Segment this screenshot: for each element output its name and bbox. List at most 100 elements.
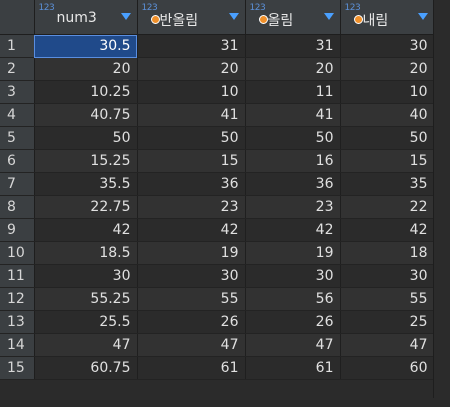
row-number[interactable]: 15 (0, 356, 35, 380)
table-cell[interactable]: 36 (245, 172, 341, 196)
table-cell[interactable]: 19 (245, 241, 341, 265)
table-cell[interactable]: 25.5 (34, 310, 138, 334)
table-row[interactable]: 4 40.75 41 41 40 (0, 103, 435, 127)
table-row[interactable]: 2 20 20 20 20 (0, 57, 435, 81)
table-cell[interactable]: 23 (137, 195, 246, 219)
table-cell[interactable]: 47 (245, 333, 341, 357)
table-cell[interactable]: 47 (34, 333, 138, 357)
table-cell[interactable]: 10 (137, 80, 246, 104)
row-number[interactable]: 10 (0, 241, 35, 265)
row-number[interactable]: 2 (0, 57, 35, 81)
table-cell[interactable]: 50 (34, 126, 138, 150)
table-row[interactable]: 8 22.75 23 23 22 (0, 195, 435, 219)
table-row[interactable]: 3 10.25 10 11 10 (0, 80, 435, 104)
table-row[interactable]: 11 30 30 30 30 (0, 264, 435, 288)
table-cell[interactable]: 36 (137, 172, 246, 196)
table-cell[interactable]: 30 (137, 264, 246, 288)
table-cell[interactable]: 30 (34, 264, 138, 288)
table-cell[interactable]: 55 (137, 287, 246, 311)
table-cell[interactable]: 60 (340, 356, 435, 380)
table-cell[interactable]: 47 (340, 333, 435, 357)
table-cell[interactable]: 26 (137, 310, 246, 334)
table-cell[interactable]: 61 (137, 356, 246, 380)
table-cell[interactable]: 56 (245, 287, 341, 311)
table-cell[interactable]: 55.25 (34, 287, 138, 311)
table-cell[interactable]: 20 (245, 57, 341, 81)
table-cell[interactable]: 20 (137, 57, 246, 81)
table-cell[interactable]: 18 (340, 241, 435, 265)
column-header-banollim[interactable]: 123 반올림 (137, 0, 246, 35)
table-cell[interactable]: 42 (245, 218, 341, 242)
table-cell[interactable]: 15 (137, 149, 246, 173)
table-cell[interactable]: 35 (340, 172, 435, 196)
table-row[interactable]: 6 15.25 15 16 15 (0, 149, 435, 173)
row-number[interactable]: 9 (0, 218, 35, 242)
row-number[interactable]: 3 (0, 80, 35, 104)
table-cell[interactable]: 50 (340, 126, 435, 150)
table-cell[interactable]: 30 (340, 264, 435, 288)
table-cell[interactable]: 18.5 (34, 241, 138, 265)
table-cell[interactable]: 10.25 (34, 80, 138, 104)
table-cell[interactable]: 31 (245, 34, 341, 58)
table-cell[interactable]: 55 (340, 287, 435, 311)
table-cell[interactable]: 50 (137, 126, 246, 150)
row-number[interactable]: 5 (0, 126, 35, 150)
table-row[interactable]: 5 50 50 50 50 (0, 126, 435, 150)
table-row[interactable]: 13 25.5 26 26 25 (0, 310, 435, 334)
row-number[interactable]: 11 (0, 264, 35, 288)
row-number[interactable]: 12 (0, 287, 35, 311)
table-cell[interactable]: 15.25 (34, 149, 138, 173)
table-cell[interactable]: 15 (340, 149, 435, 173)
column-header-ollim[interactable]: 123 올림 (245, 0, 341, 35)
table-row[interactable]: 7 35.5 36 36 35 (0, 172, 435, 196)
row-number[interactable]: 13 (0, 310, 35, 334)
row-number[interactable]: 1 (0, 34, 35, 58)
table-cell[interactable]: 10 (340, 80, 435, 104)
table-row[interactable]: 14 47 47 47 47 (0, 333, 435, 357)
table-cell[interactable]: 30.5 (34, 34, 138, 58)
table-cell[interactable]: 40 (340, 103, 435, 127)
table-cell[interactable]: 25 (340, 310, 435, 334)
table-cell[interactable]: 41 (245, 103, 341, 127)
column-header-naerim[interactable]: 123 내림 (340, 0, 435, 35)
table-cell[interactable]: 41 (137, 103, 246, 127)
table-cell[interactable]: 16 (245, 149, 341, 173)
table-row[interactable]: 15 60.75 61 61 60 (0, 356, 435, 380)
table-cell[interactable]: 61 (245, 356, 341, 380)
corner-cell[interactable] (0, 0, 35, 35)
sort-dropdown-icon[interactable] (120, 13, 131, 20)
row-number[interactable]: 6 (0, 149, 35, 173)
table-cell[interactable]: 31 (137, 34, 246, 58)
table-cell[interactable]: 50 (245, 126, 341, 150)
table-cell[interactable]: 20 (34, 57, 138, 81)
table-cell[interactable]: 42 (34, 218, 138, 242)
table-cell[interactable]: 11 (245, 80, 341, 104)
row-number[interactable]: 4 (0, 103, 35, 127)
table-cell[interactable]: 42 (340, 218, 435, 242)
table-cell[interactable]: 30 (245, 264, 341, 288)
table-cell[interactable]: 42 (137, 218, 246, 242)
sort-dropdown-icon[interactable] (417, 13, 428, 20)
sort-dropdown-icon[interactable] (228, 13, 239, 20)
table-cell[interactable]: 26 (245, 310, 341, 334)
table-row[interactable]: 9 42 42 42 42 (0, 218, 435, 242)
table-row[interactable]: 10 18.5 19 19 18 (0, 241, 435, 265)
sort-dropdown-icon[interactable] (323, 13, 334, 20)
table-cell[interactable]: 40.75 (34, 103, 138, 127)
table-cell[interactable]: 19 (137, 241, 246, 265)
table-cell[interactable]: 60.75 (34, 356, 138, 380)
table-cell[interactable]: 35.5 (34, 172, 138, 196)
table-cell[interactable]: 20 (340, 57, 435, 81)
table-cell[interactable]: 30 (340, 34, 435, 58)
table-cell[interactable]: 22.75 (34, 195, 138, 219)
vertical-scroll-gutter[interactable] (433, 0, 450, 407)
table-cell[interactable]: 47 (137, 333, 246, 357)
table-row[interactable]: 1 30.5 31 31 30 (0, 34, 435, 58)
column-header-num3[interactable]: 123 num3 (34, 0, 138, 35)
row-number[interactable]: 14 (0, 333, 35, 357)
table-cell[interactable]: 22 (340, 195, 435, 219)
row-number[interactable]: 8 (0, 195, 35, 219)
table-row[interactable]: 12 55.25 55 56 55 (0, 287, 435, 311)
table-cell[interactable]: 23 (245, 195, 341, 219)
row-number[interactable]: 7 (0, 172, 35, 196)
